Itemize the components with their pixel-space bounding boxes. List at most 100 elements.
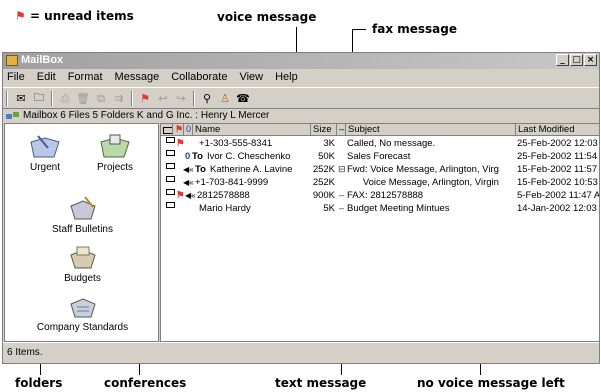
column-flag-header[interactable]: ⚑ [173, 124, 184, 136]
sender-name: Mario Hardy [199, 203, 251, 214]
toolbar: ✉ 🗀 ⎙ 🗑 ⧉ ⇉ ⚑ ↩ ↪ ⚲ ♙ ☎ [3, 87, 599, 109]
table-row[interactable]: 0 To Ivor C. Cheschenko 50K Sales Foreca… [161, 150, 599, 163]
attachment-icon: 0 [185, 151, 191, 162]
info-text: Mailbox 6 Files 5 Folders K and G Inc. :… [23, 110, 270, 121]
conference-label: Staff Bulletins [52, 224, 113, 235]
menu-message[interactable]: Message [109, 69, 166, 86]
conference-staff-bulletins[interactable]: Staff Bulletins [40, 194, 125, 235]
callout-voice-message: voice message [217, 10, 317, 24]
voice-icon: ◀« [183, 165, 194, 174]
thread-collapse-icon[interactable]: ⊟ [338, 163, 346, 176]
toolbar-separator [193, 91, 195, 106]
mailbox-tree-icon [6, 112, 19, 119]
menu-format[interactable]: Format [62, 69, 109, 86]
conference-company-standards[interactable]: Company Standards [30, 292, 135, 333]
close-button[interactable]: × [584, 54, 597, 66]
unread-legend: ⚑ = unread items [15, 9, 134, 23]
table-row[interactable]: ◀« +1-703-841-9999 252K Voice Message, A… [161, 176, 599, 189]
voice-icon: ◀« [183, 178, 194, 187]
folder-urgent[interactable]: Urgent [15, 132, 75, 173]
delete-icon[interactable]: 🗑 [75, 91, 91, 106]
column-attachment-header[interactable]: 0 [184, 124, 193, 136]
message-size: 50K [318, 151, 335, 162]
message-date: 14-Jan-2002 12:03 PM [517, 203, 599, 214]
conference-label: Budgets [64, 273, 101, 284]
menu-file[interactable]: File [3, 69, 31, 86]
mailbox-window: MailBox _ □ × File Edit Format Message C… [2, 52, 600, 364]
folder-label: Urgent [29, 162, 60, 173]
find-icon[interactable]: ⚲ [199, 91, 215, 106]
new-message-icon[interactable]: ✉ [13, 91, 29, 106]
table-row[interactable]: ⚑ ◀« 2812578888 900K – FAX: 2812578888 5… [161, 189, 599, 202]
table-row[interactable]: ◀« To Katherine A. Lavine 252K ⊟ Fwd: Vo… [161, 163, 599, 176]
envelope-icon [166, 150, 175, 156]
status-bar: 6 Items. [3, 342, 599, 363]
message-size: 252K [312, 164, 335, 175]
message-date: 25-Feb-2002 12:03 PM [517, 138, 599, 149]
table-row[interactable]: Mario Hardy 5K – Budget Meeting Mintues … [161, 202, 599, 215]
to-label: To [195, 164, 206, 175]
column-thread-header[interactable]: – [337, 124, 346, 136]
message-date: 25-Feb-2002 11:54 AM [517, 151, 599, 162]
conference-icon [69, 196, 96, 220]
column-name-header[interactable]: Name [193, 124, 311, 136]
sender-name: Katherine A. Lavine [210, 164, 293, 175]
toolbar-separator [131, 91, 133, 106]
message-subject: Voice Message, Arlington, Virgin [347, 177, 499, 188]
forward-icon[interactable]: ↪ [173, 91, 189, 106]
status-text: 6 Items. [7, 347, 43, 358]
title-bar[interactable]: MailBox _ □ × [3, 53, 599, 69]
copy-icon[interactable]: ⧉ [93, 91, 109, 106]
info-bar: Mailbox 6 Files 5 Folders K and G Inc. :… [3, 109, 599, 123]
menu-bar: File Edit Format Message Collaborate Vie… [3, 69, 599, 86]
column-type-header[interactable] [161, 124, 173, 136]
fax-icon[interactable]: ☎ [235, 91, 251, 106]
column-size-header[interactable]: Size [311, 124, 337, 136]
envelope-icon [166, 176, 175, 182]
menu-view[interactable]: View [233, 69, 269, 86]
conference-budgets[interactable]: Budgets [40, 243, 125, 284]
move-icon[interactable]: ⇉ [111, 91, 127, 106]
column-modified-header[interactable]: Last Modified [516, 124, 599, 136]
new-folder-icon[interactable]: 🗀 [31, 91, 47, 106]
table-row[interactable]: ⚑ +1-303-555-8341 3K Called, No message.… [161, 137, 599, 150]
message-subject: FAX: 2812578888 [347, 190, 424, 201]
envelope-icon [166, 202, 175, 208]
sender-name: 2812578888 [197, 190, 250, 201]
message-subject: Sales Forecast [347, 151, 411, 162]
conference-label: Company Standards [36, 322, 129, 333]
print-icon[interactable]: ⎙ [57, 91, 73, 106]
column-subject-header[interactable]: Subject [346, 124, 516, 136]
message-size: 5K [323, 203, 335, 214]
window-controls: _ □ × [556, 54, 597, 66]
menu-edit[interactable]: Edit [31, 69, 62, 86]
message-size: 3K [323, 138, 335, 149]
message-subject: Called, No message. [347, 138, 436, 149]
menu-collaborate[interactable]: Collaborate [165, 69, 233, 86]
conference-icon [69, 246, 96, 269]
message-subject: Budget Meeting Mintues [347, 203, 450, 214]
urgent-folder-icon [30, 135, 60, 158]
message-subject: Fwd: Voice Message, Arlington, Virg [347, 164, 499, 175]
folder-projects[interactable]: Projects [85, 132, 145, 173]
minimize-button[interactable]: _ [556, 54, 569, 66]
unread-legend-text: = unread items [25, 9, 134, 23]
flag-icon[interactable]: ⚑ [137, 91, 153, 106]
unread-flag-icon: ⚑ [176, 190, 185, 201]
unread-flag-icon: ⚑ [15, 9, 26, 23]
sender-name: +1-303-555-8341 [199, 138, 273, 149]
maximize-button[interactable]: □ [570, 54, 583, 66]
menu-help[interactable]: Help [269, 69, 304, 86]
user-icon[interactable]: ♙ [217, 91, 233, 106]
thread-indicator: – [339, 203, 345, 213]
callout-folders: folders [15, 376, 63, 390]
callout-conferences: conferences [104, 376, 187, 390]
callout-text-message: text message [275, 376, 367, 390]
message-list: ⚑ 0 Name Size – Subject Last Modified ⚑ … [160, 123, 599, 342]
voice-icon: ◀« [185, 191, 196, 200]
message-size: 900K [312, 190, 335, 201]
envelope-icon [166, 137, 175, 143]
reply-icon[interactable]: ↩ [155, 91, 171, 106]
folder-label: Projects [96, 162, 134, 173]
message-date: 15-Feb-2002 10:53 AM [517, 177, 599, 188]
